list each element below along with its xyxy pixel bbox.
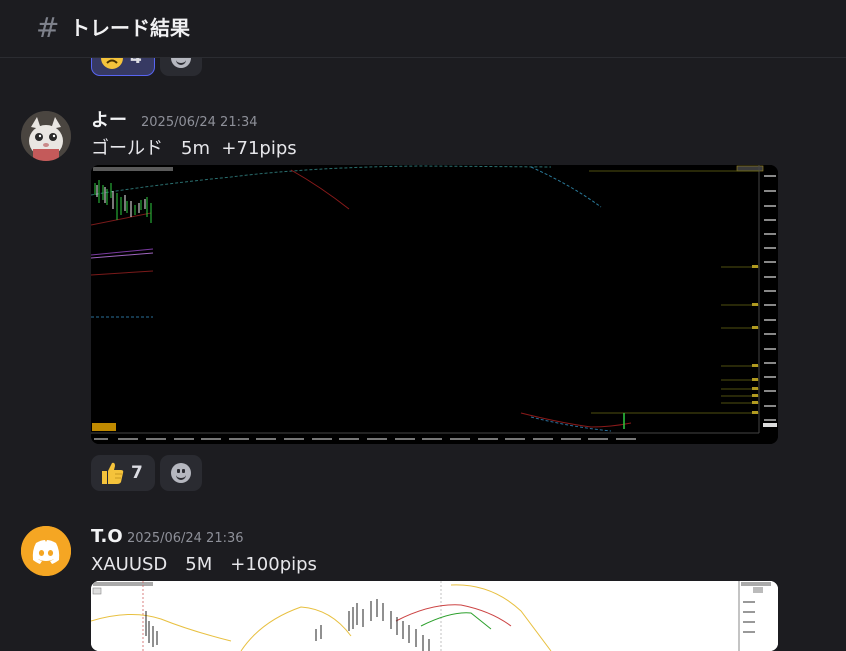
message-text: ゴールド 5m +71pips — [91, 138, 297, 159]
avatar[interactable] — [21, 526, 71, 576]
hash-icon: # — [36, 11, 60, 44]
channel-header: # トレード結果 — [0, 0, 846, 58]
reaction-count: 7 — [131, 463, 143, 483]
timestamp: 2025/06/24 21:36 — [127, 531, 244, 546]
smile-icon — [171, 463, 191, 483]
chart-image — [91, 165, 778, 444]
chart-attachment[interactable] — [91, 165, 778, 444]
add-reaction-button[interactable] — [160, 455, 202, 491]
thumbs-up-icon — [102, 462, 124, 484]
chart-attachment[interactable] — [91, 581, 778, 651]
avatar[interactable] — [21, 111, 71, 161]
message-text: XAUUSD 5M +100pips — [91, 554, 317, 575]
channel-name: トレード結果 — [70, 16, 190, 40]
reaction-thumbs-up[interactable]: 7 — [91, 455, 155, 491]
timestamp: 2025/06/24 21:34 — [141, 115, 258, 130]
cat-avatar — [21, 111, 71, 161]
discord-logo-avatar — [21, 526, 71, 576]
chart-image — [91, 581, 778, 651]
username[interactable]: よー — [91, 110, 127, 132]
username[interactable]: T.O — [91, 526, 123, 548]
